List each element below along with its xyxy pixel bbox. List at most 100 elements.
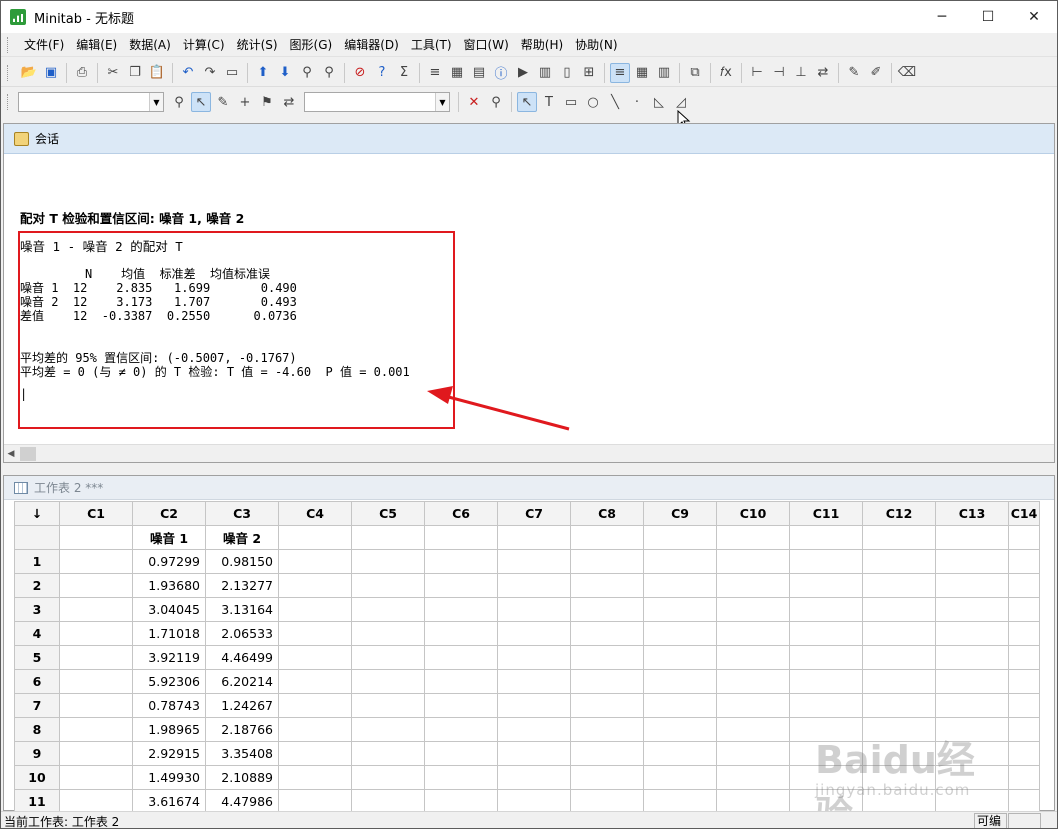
cell-c14[interactable] bbox=[1008, 549, 1040, 574]
column-header[interactable]: C4 bbox=[278, 501, 352, 526]
sigma-icon[interactable]: Σ bbox=[394, 63, 414, 83]
column-name-cell[interactable] bbox=[643, 525, 717, 550]
cell-c2[interactable]: 3.92119 bbox=[132, 645, 206, 670]
cell-c9[interactable] bbox=[643, 765, 717, 790]
column-name-cell[interactable] bbox=[570, 525, 644, 550]
cell-c5[interactable] bbox=[351, 693, 425, 718]
text-tool-icon[interactable]: T bbox=[539, 92, 559, 112]
cell-c6[interactable] bbox=[424, 549, 498, 574]
menu-graph[interactable]: 图形(G) bbox=[284, 34, 339, 56]
cell-c9[interactable] bbox=[643, 669, 717, 694]
column-header[interactable]: C3 bbox=[205, 501, 279, 526]
session-hscroll[interactable]: ◀ bbox=[4, 444, 1054, 462]
cell-c2[interactable]: 3.61674 bbox=[132, 789, 206, 814]
cell-c14[interactable] bbox=[1008, 573, 1040, 598]
cell-c13[interactable] bbox=[935, 621, 1009, 646]
cell-c10[interactable] bbox=[716, 693, 790, 718]
show-session-icon[interactable]: ≡ bbox=[610, 62, 630, 83]
dialog-icon[interactable]: ▭ bbox=[222, 63, 242, 83]
session-output[interactable]: 配对 T 检验和置信区间: 噪音 1, 噪音 2 噪音 1 - 噪音 2 的配对… bbox=[4, 155, 1054, 444]
cell-c3[interactable]: 2.10889 bbox=[205, 765, 279, 790]
column-name-cell[interactable]: 噪音 1 bbox=[132, 525, 206, 550]
menu-grip[interactable] bbox=[7, 36, 10, 53]
cell-c6[interactable] bbox=[424, 597, 498, 622]
column-name-cell[interactable]: 噪音 2 bbox=[205, 525, 279, 550]
column-name-cell[interactable] bbox=[424, 525, 498, 550]
cell-c1[interactable] bbox=[59, 669, 133, 694]
column-header[interactable]: C14 bbox=[1008, 501, 1040, 526]
graphs-icon[interactable]: ▤ bbox=[469, 63, 489, 83]
cell-c6[interactable] bbox=[424, 645, 498, 670]
cell-c12[interactable] bbox=[862, 597, 936, 622]
cell-c7[interactable] bbox=[497, 693, 571, 718]
cell-c7[interactable] bbox=[497, 789, 571, 814]
cell-c1[interactable] bbox=[59, 549, 133, 574]
cell-c9[interactable] bbox=[643, 717, 717, 742]
cell-c6[interactable] bbox=[424, 693, 498, 718]
cell-c7[interactable] bbox=[497, 597, 571, 622]
menu-file[interactable]: 文件(F) bbox=[18, 34, 70, 56]
row-number[interactable]: 8 bbox=[14, 717, 60, 742]
cell-c1[interactable] bbox=[59, 741, 133, 766]
cell-c14[interactable] bbox=[1008, 669, 1040, 694]
report-pad-icon[interactable]: ▥ bbox=[535, 63, 555, 83]
cell-c11[interactable] bbox=[789, 573, 863, 598]
row-number[interactable]: 3 bbox=[14, 597, 60, 622]
column-name-cell[interactable] bbox=[716, 525, 790, 550]
cell-c13[interactable] bbox=[935, 669, 1009, 694]
open-folder-icon[interactable]: 📂 bbox=[19, 63, 39, 83]
row-number[interactable]: 7 bbox=[14, 693, 60, 718]
menu-stat[interactable]: 统计(S) bbox=[231, 34, 284, 56]
cell-c7[interactable] bbox=[497, 621, 571, 646]
cell-c12[interactable] bbox=[862, 549, 936, 574]
close-button[interactable]: ✕ bbox=[1011, 1, 1057, 33]
cell-c6[interactable] bbox=[424, 669, 498, 694]
cell-c12[interactable] bbox=[862, 669, 936, 694]
help-icon[interactable]: ? bbox=[372, 63, 392, 83]
cell-c9[interactable] bbox=[643, 645, 717, 670]
cell-c10[interactable] bbox=[716, 789, 790, 814]
cell-c9[interactable] bbox=[643, 549, 717, 574]
cell-c5[interactable] bbox=[351, 549, 425, 574]
menu-help[interactable]: 帮助(H) bbox=[515, 34, 569, 56]
cell-c1[interactable] bbox=[59, 645, 133, 670]
cell-c13[interactable] bbox=[935, 645, 1009, 670]
cell-c4[interactable] bbox=[278, 597, 352, 622]
cell-c2[interactable]: 2.92915 bbox=[132, 741, 206, 766]
cell-c1[interactable] bbox=[59, 789, 133, 814]
cell-c2[interactable]: 0.97299 bbox=[132, 549, 206, 574]
cell-c8[interactable] bbox=[570, 549, 644, 574]
cell-c11[interactable] bbox=[789, 621, 863, 646]
column-header[interactable]: C7 bbox=[497, 501, 571, 526]
column-header[interactable]: C1 bbox=[59, 501, 133, 526]
menu-edit[interactable]: 编辑(E) bbox=[70, 34, 123, 56]
crosshair-tool-icon[interactable]: + bbox=[235, 92, 255, 112]
cell-c8[interactable] bbox=[570, 645, 644, 670]
column-name-cell[interactable] bbox=[497, 525, 571, 550]
row-number[interactable]: 4 bbox=[14, 621, 60, 646]
cell-c4[interactable] bbox=[278, 573, 352, 598]
row-number[interactable]: 2 bbox=[14, 573, 60, 598]
cut-icon[interactable]: ✂ bbox=[103, 63, 123, 83]
cell-c5[interactable] bbox=[351, 789, 425, 814]
cell-c2[interactable]: 1.49930 bbox=[132, 765, 206, 790]
cell-c14[interactable] bbox=[1008, 693, 1040, 718]
scroll-thumb[interactable] bbox=[20, 446, 36, 461]
ellipse-tool-icon[interactable]: ○ bbox=[583, 92, 603, 112]
cell-c11[interactable] bbox=[789, 669, 863, 694]
cell-c2[interactable]: 3.04045 bbox=[132, 597, 206, 622]
cell-c4[interactable] bbox=[278, 621, 352, 646]
cell-c1[interactable] bbox=[59, 717, 133, 742]
maximize-button[interactable]: ☐ bbox=[965, 1, 1011, 33]
brush-icon[interactable]: ✎ bbox=[844, 63, 864, 83]
cell-c8[interactable] bbox=[570, 669, 644, 694]
series-select-dropdown[interactable]: ▼ bbox=[304, 92, 450, 112]
swap-tool-icon[interactable]: ⇄ bbox=[279, 92, 299, 112]
pointer-icon[interactable]: ↖ bbox=[517, 92, 537, 112]
cell-c5[interactable] bbox=[351, 765, 425, 790]
cell-c6[interactable] bbox=[424, 621, 498, 646]
cell-c14[interactable] bbox=[1008, 645, 1040, 670]
rectangle-tool-icon[interactable]: ▭ bbox=[561, 92, 581, 112]
toolbar-grip[interactable] bbox=[7, 94, 10, 110]
cell-c13[interactable] bbox=[935, 597, 1009, 622]
